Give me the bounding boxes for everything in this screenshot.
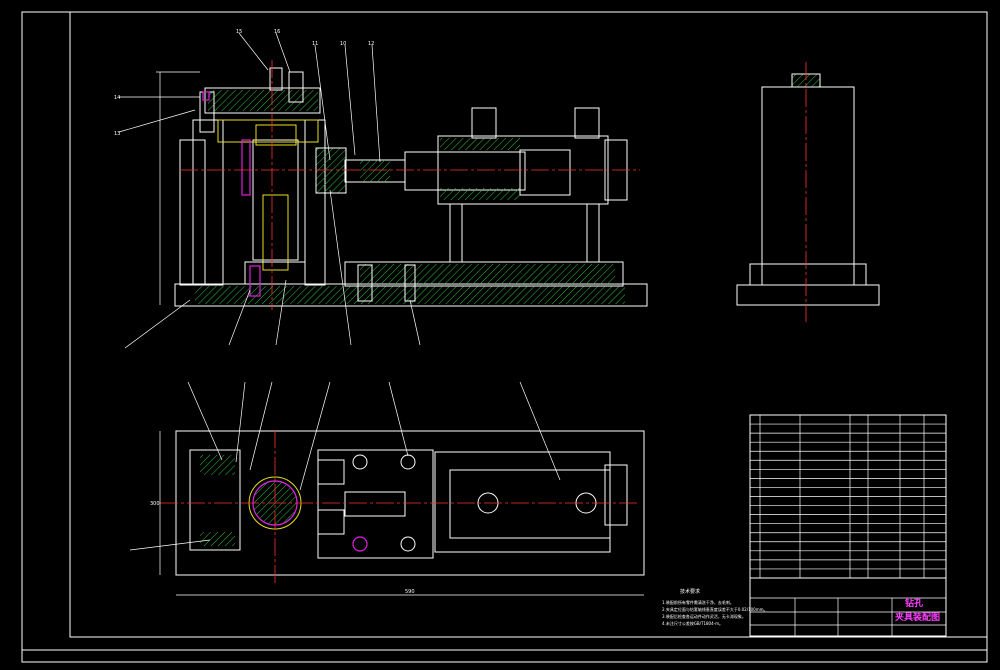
outer-frame bbox=[21, 11, 988, 663]
technical-requirements: 技术要求 1.装配前所有零件需清洗干净，去毛刺。 2.夹具定位面与钻套轴线垂直度… bbox=[662, 588, 768, 626]
balloon-15: 15 bbox=[236, 29, 242, 35]
tech-title: 技术要求 bbox=[680, 588, 700, 595]
dim-length: 590 bbox=[405, 589, 415, 595]
dim-width: 300 bbox=[150, 501, 160, 507]
title-block: 钻孔 夹具装配图 bbox=[749, 577, 947, 637]
balloon-10: 10 bbox=[340, 41, 346, 47]
tech-note-1: 1.装配前所有零件需清洗干净，去毛刺。 bbox=[662, 599, 734, 605]
plan-view: 590 300 bbox=[150, 430, 645, 596]
assembly-drawing: 590 300 14 13 15 16 11 10 12 技术要求 1.装配前所… bbox=[21, 11, 988, 663]
balloon-11: 11 bbox=[312, 41, 318, 47]
balloon-16: 16 bbox=[274, 29, 280, 35]
tech-note-4: 4.未注尺寸公差按GB/T1804-m。 bbox=[662, 620, 723, 626]
balloon-14: 14 bbox=[114, 95, 120, 101]
tech-note-3: 3.装配后检查各运动件动作灵活，无卡滞现象。 bbox=[662, 613, 746, 619]
side-view bbox=[736, 62, 880, 322]
cad-drawing-canvas: 590 300 14 13 15 16 11 10 12 技术要求 1.装配前所… bbox=[0, 0, 1000, 666]
balloon-12: 12 bbox=[368, 41, 374, 47]
tech-note-2: 2.夹具定位面与钻套轴线垂直度误差不大于0.02/100mm。 bbox=[662, 606, 768, 612]
bill-of-materials bbox=[749, 414, 947, 579]
balloon-13: 13 bbox=[114, 131, 120, 137]
front-section-view bbox=[156, 60, 648, 310]
part-name: 钻孔 bbox=[905, 597, 923, 609]
drawing-name: 夹具装配图 bbox=[895, 611, 940, 623]
